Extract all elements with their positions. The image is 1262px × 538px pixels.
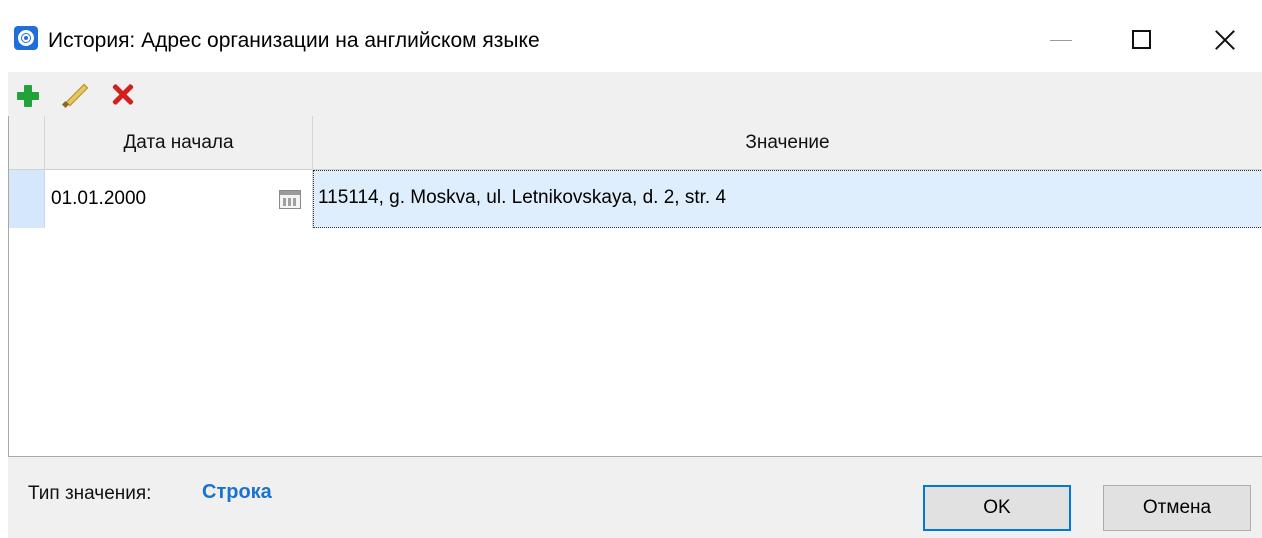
title-bar[interactable]: История: Адрес организации на английском…: [0, 0, 1262, 72]
close-button[interactable]: [1190, 14, 1260, 64]
window-title: История: Адрес организации на английском…: [48, 29, 540, 52]
calendar-icon[interactable]: [279, 190, 301, 209]
value-type-link[interactable]: Строка: [202, 481, 272, 504]
row-indicator[interactable]: [9, 170, 45, 228]
maximize-button[interactable]: [1108, 14, 1178, 64]
footer-panel: Тип значения: Строка OK Отмена: [8, 456, 1262, 538]
maximize-icon: [1132, 30, 1151, 49]
minimize-button[interactable]: [1028, 14, 1098, 64]
app-logo-icon: [14, 26, 38, 50]
history-dialog: История: Адрес организации на английском…: [0, 0, 1262, 538]
history-grid[interactable]: Дата начала Значение 01.01.2000 115114, …: [8, 116, 1262, 456]
start-date-text: 01.01.2000: [51, 188, 147, 209]
add-button[interactable]: [12, 78, 44, 110]
value-text: 115114, g. Moskva, ul. Letnikovskaya, d.…: [318, 187, 727, 208]
toolbar: [8, 72, 1262, 116]
grid-header: Дата начала Значение: [9, 116, 1262, 170]
column-header-start-date[interactable]: Дата начала: [45, 116, 313, 170]
delete-button[interactable]: [106, 78, 138, 110]
ok-button[interactable]: OK: [923, 485, 1071, 531]
column-header-value[interactable]: Значение: [313, 116, 1262, 170]
cell-value[interactable]: 115114, g. Moskva, ul. Letnikovskaya, d.…: [313, 170, 1262, 228]
cell-start-date[interactable]: 01.01.2000: [45, 170, 313, 228]
edit-button[interactable]: [60, 78, 92, 110]
cancel-button[interactable]: Отмена: [1103, 485, 1251, 531]
minimize-icon: [1050, 40, 1072, 41]
table-row[interactable]: 01.01.2000 115114, g. Moskva, ul. Letnik…: [9, 170, 1262, 228]
row-indicator-header: [9, 116, 45, 170]
value-type-label: Тип значения:: [28, 483, 152, 504]
